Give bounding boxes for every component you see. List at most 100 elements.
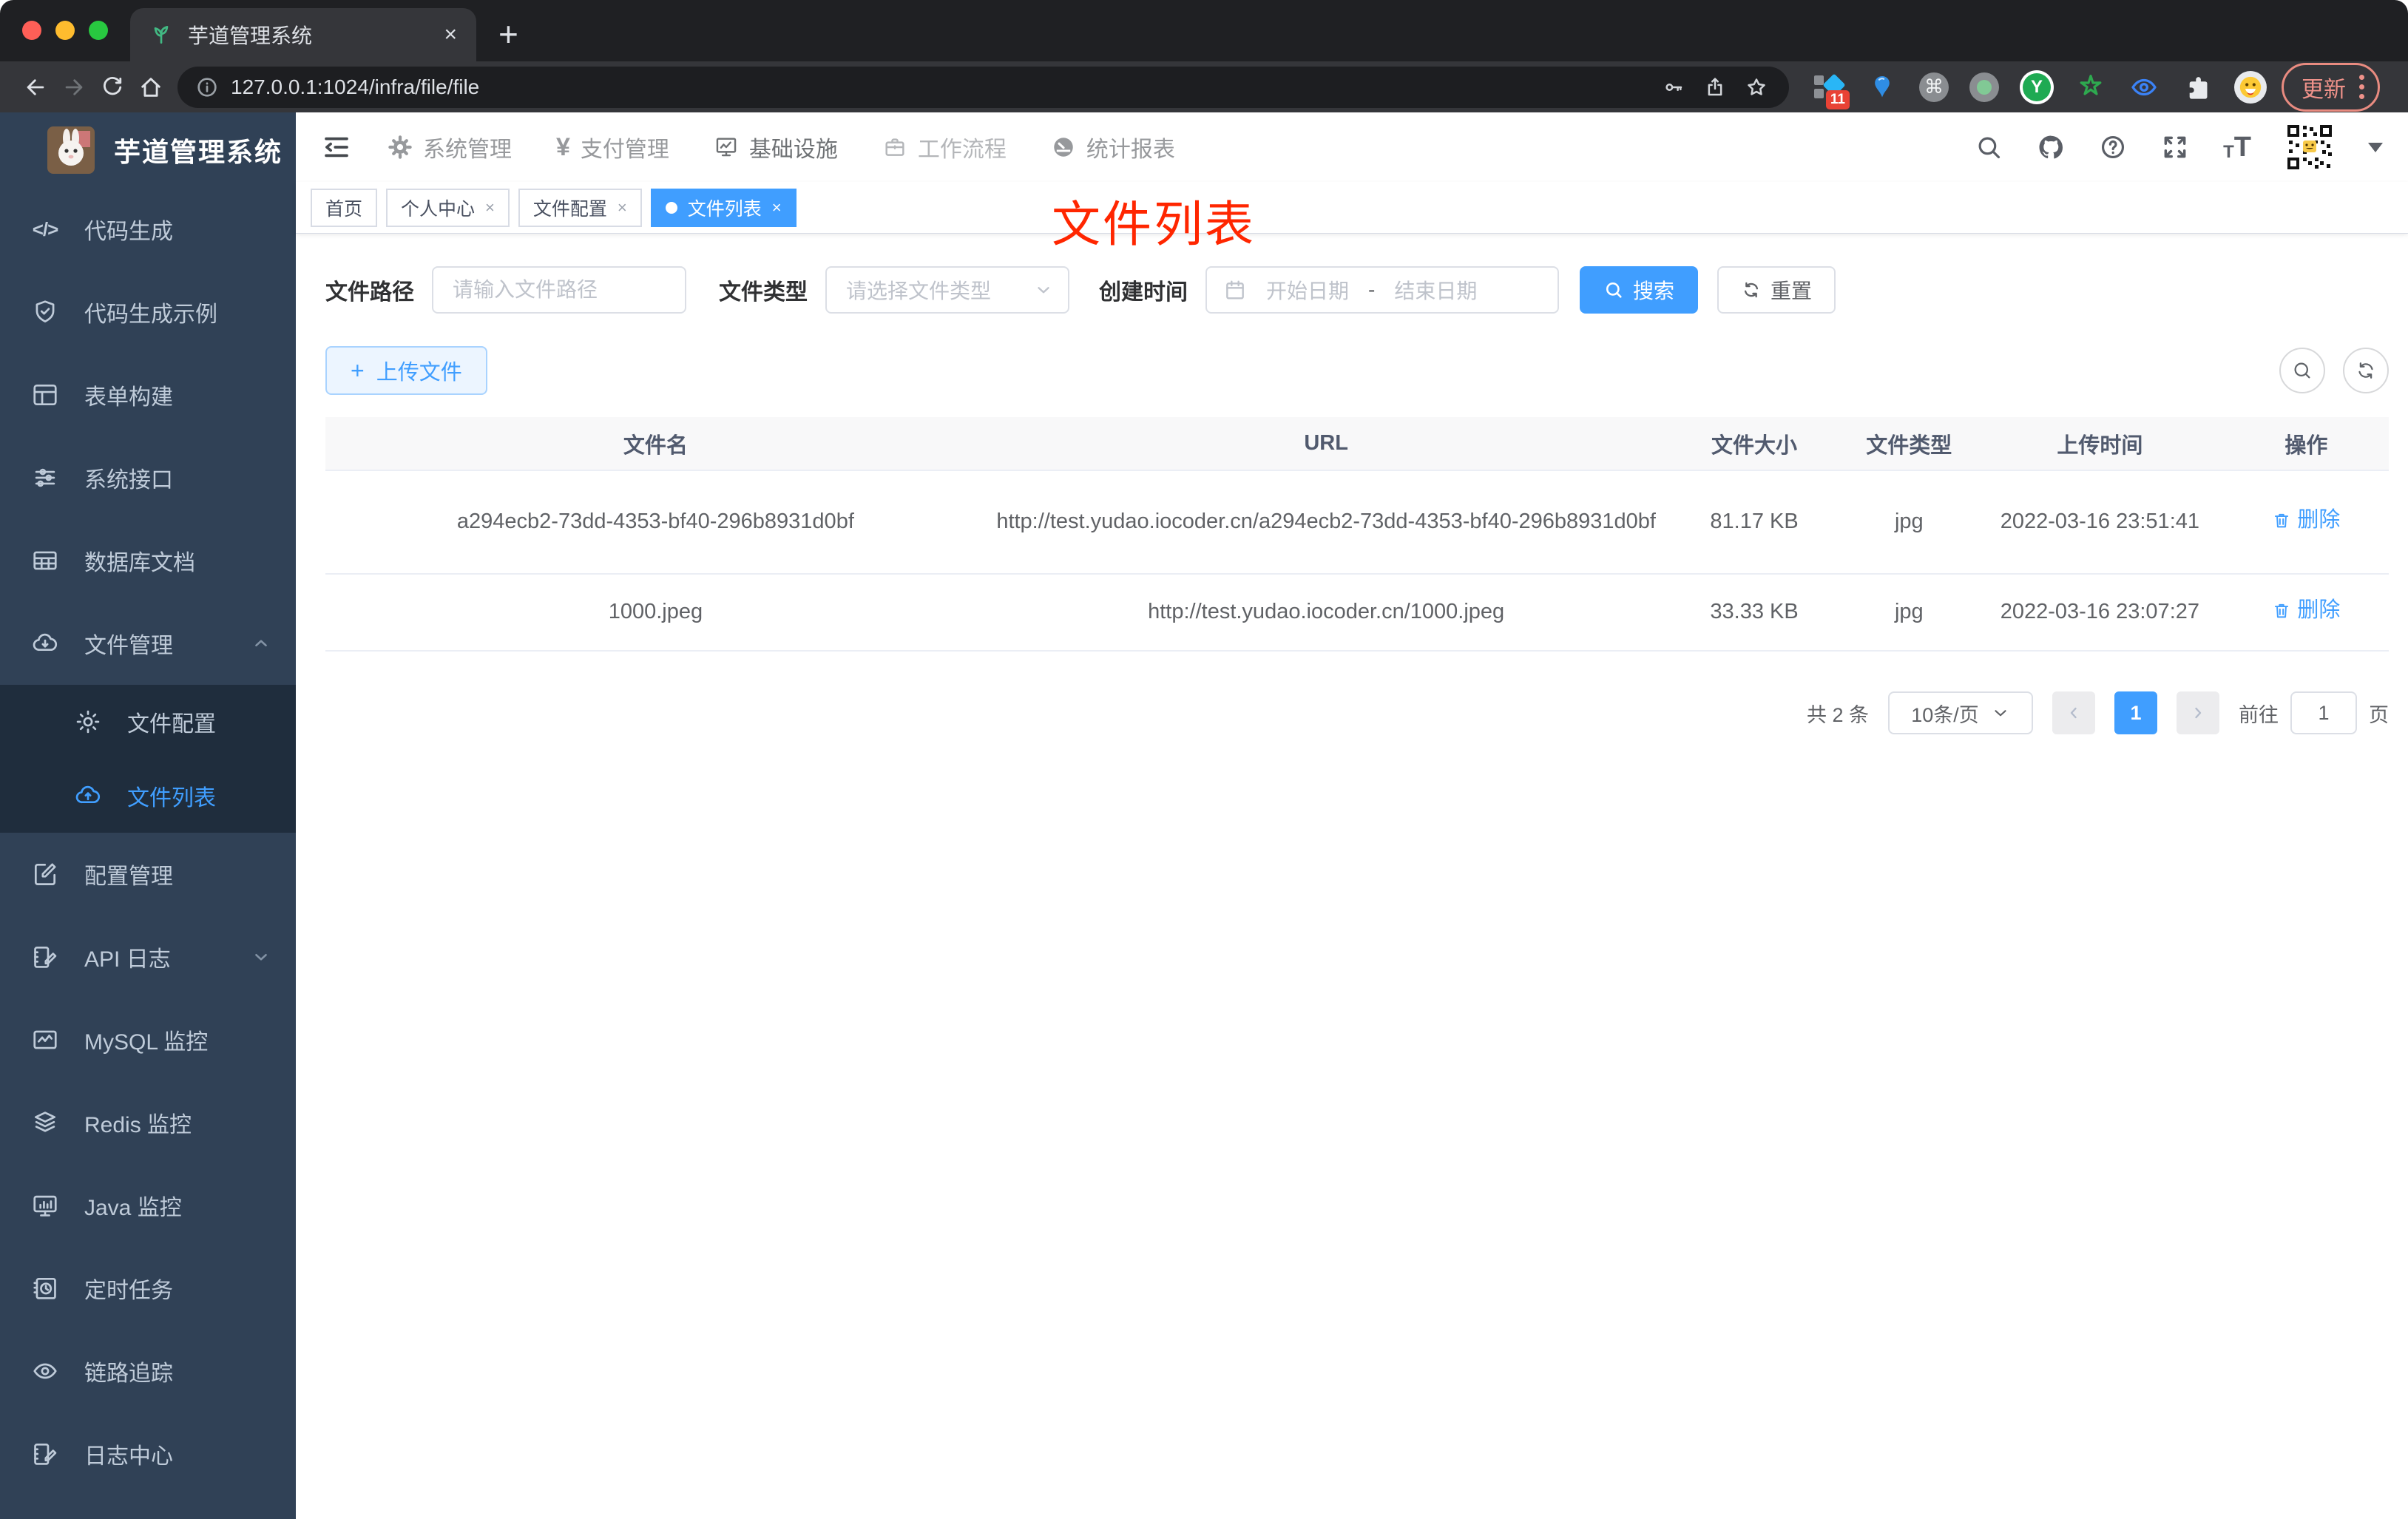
end-date-placeholder[interactable]: 结束日期 [1394,275,1477,305]
user-avatar-qr[interactable] [2285,123,2334,172]
window-minimize-button[interactable] [55,21,75,40]
top-nav-payment[interactable]: ¥ 支付管理 [556,131,669,163]
search-icon[interactable] [1975,133,2003,161]
monitor-icon [31,1191,59,1219]
sidebar-item-file-config[interactable]: 文件配置 [0,685,296,759]
share-icon[interactable] [1700,72,1730,102]
extension-proxy-icon[interactable] [1969,72,1999,102]
sidebar-item-tracing[interactable]: 链路追踪 [0,1330,296,1413]
top-nav-workflow[interactable]: 工作流程 [882,131,1007,163]
tag-close-icon[interactable]: × [772,198,782,217]
home-icon[interactable] [132,68,170,106]
prev-page-button[interactable] [2052,691,2095,734]
refresh-table-button[interactable] [2343,348,2389,393]
cell-upload-time: 2022-03-16 23:07:27 [1975,574,2224,652]
tab-close-icon[interactable]: × [444,22,457,47]
tag-close-icon[interactable]: × [485,198,495,217]
cell-file-type: jpg [1841,470,1976,575]
reload-icon[interactable] [93,68,132,106]
extension-dict-icon[interactable]: 11 [1813,71,1850,109]
extension-eye-icon[interactable] [2128,71,2160,104]
file-management-submenu: 文件配置 文件列表 [0,685,296,833]
sidebar-item-mysql-monitor[interactable]: MySQL 监控 [0,998,296,1081]
browser-tab[interactable]: 芋道管理系统 × [130,8,476,61]
sidebar-item-system-api[interactable]: 系统接口 [0,436,296,519]
extension-star-icon[interactable] [2074,71,2107,104]
cell-url: http://test.yudao.iocoder.cn/1000.jpeg [985,574,1667,652]
tag-profile[interactable]: 个人中心 × [386,188,510,227]
date-range-picker[interactable]: 开始日期 - 结束日期 [1205,266,1559,314]
reset-button[interactable]: 重置 [1717,266,1836,314]
toggle-search-button[interactable] [2279,348,2325,393]
extension-command-icon[interactable]: ⌘ [1919,72,1949,102]
current-page-button[interactable]: 1 [2114,691,2157,734]
top-nav-system[interactable]: 系统管理 [388,131,512,163]
extension-balloon-icon[interactable] [1866,71,1898,104]
header-icons: TT [1975,123,2383,172]
start-date-placeholder[interactable]: 开始日期 [1266,275,1349,305]
file-type-select[interactable]: 请选择文件类型 [825,266,1069,314]
bookmark-star-icon[interactable] [1742,72,1771,102]
delete-button[interactable]: 删除 [2272,503,2340,538]
password-key-icon[interactable] [1659,72,1688,102]
forward-icon[interactable] [55,68,93,106]
sidebar-logo[interactable]: 芋道管理系统 [0,112,296,188]
sidebar-item-java-monitor[interactable]: Java 监控 [0,1164,296,1247]
active-tag-dot [665,201,677,214]
file-path-input[interactable] [432,266,686,314]
url-text[interactable]: 127.0.0.1:1024/infra/file/file [231,75,1647,99]
help-icon[interactable] [2099,133,2127,161]
sidebar-item-api-log[interactable]: API 日志 [0,916,296,998]
upload-file-button[interactable]: + 上传文件 [325,346,487,395]
file-table: 文件名 URL 文件大小 文件类型 上传时间 操作 a294ecb2-73dd-… [325,417,2389,652]
sidebar-collapse-icon[interactable] [321,132,352,163]
update-label: 更新 [2302,77,2346,102]
log-center-icon [31,1440,59,1468]
update-button[interactable]: 更新 [2282,62,2380,112]
sidebar-item-file-management[interactable]: 文件管理 [0,602,296,685]
address-bar[interactable]: 127.0.0.1:1024/infra/file/file [177,66,1789,108]
sidebar-item-log-center[interactable]: 日志中心 [0,1413,296,1495]
sidebar-item-redis-monitor[interactable]: Redis 监控 [0,1081,296,1164]
window-close-button[interactable] [22,21,41,40]
edit-square-icon [31,860,59,888]
cell-file-name: 1000.jpeg [325,574,986,652]
tag-file-config[interactable]: 文件配置 × [518,188,642,227]
goto-page-input[interactable] [2290,691,2357,734]
sidebar-item-db-doc[interactable]: 数据库文档 [0,519,296,602]
tag-file-list[interactable]: 文件列表 × [650,188,797,227]
extension-y-icon[interactable]: Y [2020,70,2054,104]
sidebar-item-form-builder[interactable]: 表单构建 [0,353,296,436]
tag-close-icon[interactable]: × [618,198,627,217]
github-icon[interactable] [2037,133,2065,161]
window-zoom-button[interactable] [89,21,108,40]
sidebar-item-code-example[interactable]: 代码生成示例 [0,271,296,353]
sidebar-item-scheduled-tasks[interactable]: 定时任务 [0,1247,296,1330]
extensions-puzzle-icon[interactable] [2181,71,2213,104]
fullscreen-icon[interactable] [2161,133,2189,161]
dashboard-icon [1054,138,1073,157]
top-nav-infrastructure[interactable]: 基础设施 [714,131,838,163]
search-button[interactable]: 搜索 [1580,266,1699,314]
file-type-placeholder: 请选择文件类型 [846,280,992,302]
profile-avatar-icon[interactable] [2234,70,2267,104]
back-icon[interactable] [16,68,55,106]
briefcase-icon [885,138,904,156]
new-tab-icon[interactable]: + [498,17,518,51]
sidebar-item-code-generation[interactable]: </> 代码生成 [0,188,296,271]
column-file-type: 文件类型 [1841,417,1976,471]
page-size-select[interactable]: 10条/页 [1888,691,2033,734]
browser-menu-icon[interactable] [2359,75,2364,99]
delete-button[interactable]: 删除 [2272,593,2340,629]
top-nav-reports[interactable]: 统计报表 [1051,131,1175,163]
pagination-total: 共 2 条 [1806,703,1869,726]
sidebar-item-label: 代码生成示例 [84,302,217,327]
sidebar-item-config-management[interactable]: 配置管理 [0,833,296,916]
avatar-caret-down-icon[interactable] [2368,142,2383,152]
tag-home[interactable]: 首页 [311,188,378,227]
sidebar-item-file-list[interactable]: 文件列表 [0,759,296,833]
site-info-icon[interactable] [195,75,219,99]
font-size-icon[interactable]: TT [2223,133,2251,161]
next-page-button[interactable] [2177,691,2219,734]
extension-badge: 11 [1825,89,1850,109]
